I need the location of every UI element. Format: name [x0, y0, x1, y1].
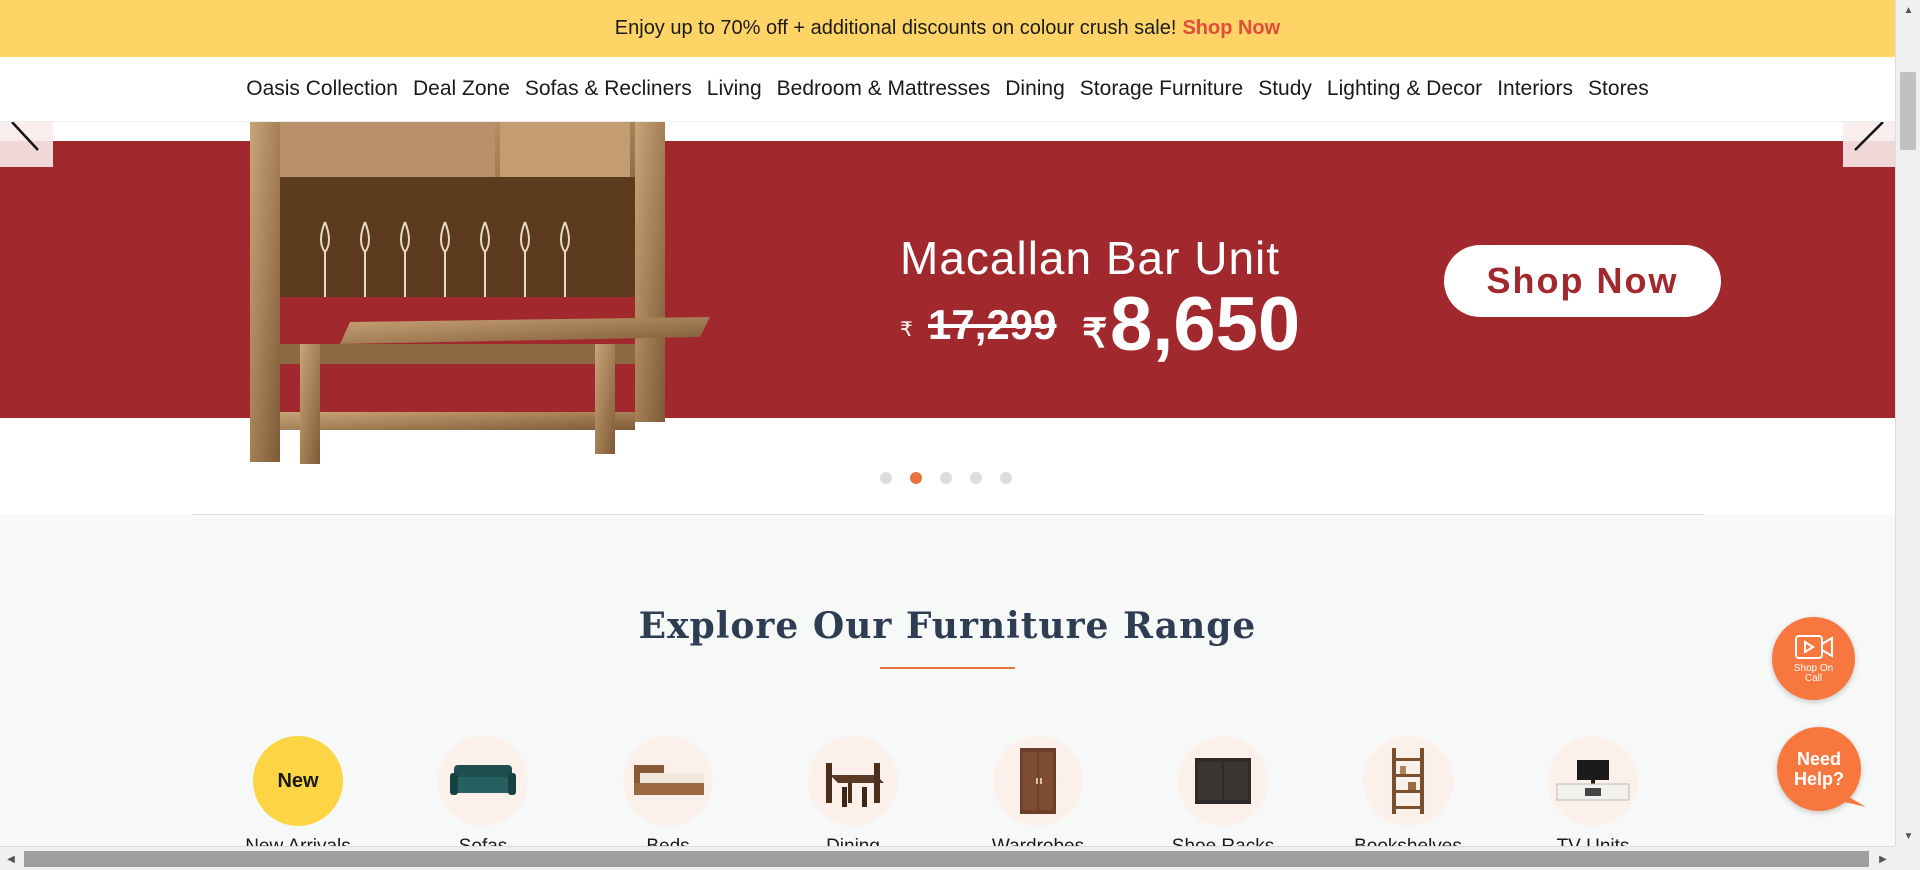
wardrobe-icon: [1020, 748, 1056, 814]
nav-item-interiors[interactable]: Interiors: [1497, 73, 1573, 105]
promo-shop-now-link[interactable]: Shop Now: [1182, 17, 1280, 40]
hero-carousel: Macallan Bar Unit ₹ 17,299 ₹ 8,650 Shop …: [0, 121, 1896, 515]
category-beds[interactable]: Beds: [623, 736, 713, 857]
vertical-scrollbar[interactable]: ▲ ▼: [1895, 0, 1920, 846]
carousel-dot[interactable]: [940, 472, 952, 484]
category-dining[interactable]: Dining: [808, 736, 898, 857]
nav-item-storage-furniture[interactable]: Storage Furniture: [1080, 73, 1243, 105]
scroll-down-icon[interactable]: ▼: [1896, 826, 1920, 846]
nav-item-dining[interactable]: Dining: [1005, 73, 1065, 105]
arrow-right-icon: [1854, 121, 1884, 151]
old-price: 17,299: [928, 301, 1057, 348]
old-price-currency: ₹: [900, 319, 913, 341]
carousel-dot[interactable]: [880, 472, 892, 484]
arrow-left-icon: [11, 121, 39, 151]
category-wardrobes[interactable]: Wardrobes: [992, 736, 1084, 857]
carousel-dot[interactable]: [1000, 472, 1012, 484]
category-sofas[interactable]: Sofas: [438, 736, 528, 857]
vertical-scroll-thumb[interactable]: [1900, 72, 1916, 150]
banner-shop-now-button[interactable]: Shop Now: [1444, 245, 1721, 317]
scroll-right-icon[interactable]: ▶: [1872, 847, 1894, 870]
new-badge: New: [253, 736, 343, 826]
new-price: 8,650: [1110, 282, 1301, 367]
category-bookshelves[interactable]: Bookshelves: [1354, 736, 1462, 857]
carousel-dot[interactable]: [970, 472, 982, 484]
carousel-dot-active[interactable]: [910, 472, 922, 484]
carousel-prev-button[interactable]: [0, 121, 53, 167]
promo-bar: Enjoy up to 70% off + additional discoun…: [0, 0, 1895, 57]
bar-unit-product-image: [250, 122, 710, 464]
tv-unit-icon: [1556, 760, 1630, 801]
category-tv-units[interactable]: TV Units: [1548, 736, 1638, 857]
scroll-up-icon[interactable]: ▲: [1896, 0, 1920, 20]
horizontal-scrollbar[interactable]: ◀ ▶: [0, 846, 1920, 870]
nav-item-oasis-collection[interactable]: Oasis Collection: [246, 73, 398, 105]
nav-item-stores[interactable]: Stores: [1588, 73, 1649, 105]
nav-item-bedroom-mattresses[interactable]: Bedroom & Mattresses: [777, 73, 991, 105]
video-camera-icon: [1794, 634, 1833, 659]
section-divider: [192, 514, 1704, 515]
nav-item-study[interactable]: Study: [1258, 73, 1312, 105]
category-shoe-racks[interactable]: Shoe Racks: [1172, 736, 1274, 857]
banner-title: Macallan Bar Unit: [900, 232, 1281, 284]
sofa-icon: [450, 765, 516, 795]
promo-text: Enjoy up to 70% off + additional discoun…: [614, 17, 1177, 39]
dining-set-icon: [826, 763, 884, 807]
nav-item-deal-zone[interactable]: Deal Zone: [413, 73, 510, 105]
shop-on-call-button[interactable]: Shop On Call: [1772, 617, 1855, 700]
section-title: Explore Our Furniture Range: [638, 605, 1257, 647]
title-underline: [880, 667, 1015, 669]
nav-item-lighting-decor[interactable]: Lighting & Decor: [1327, 73, 1482, 105]
shop-on-call-label: Shop On Call: [1793, 662, 1834, 684]
nav-item-living[interactable]: Living: [707, 73, 762, 105]
category-new-arrivals[interactable]: New New Arrivals: [245, 736, 351, 857]
horizontal-scroll-thumb[interactable]: [24, 851, 1869, 867]
bookshelf-icon: [1392, 748, 1424, 814]
nav-item-sofas-recliners[interactable]: Sofas & Recliners: [525, 73, 692, 105]
carousel-next-button[interactable]: [1843, 121, 1896, 167]
new-price-currency: ₹: [1082, 312, 1108, 356]
shoe-rack-icon: [1195, 758, 1251, 804]
bed-icon: [634, 765, 704, 795]
main-nav: Oasis Collection Deal Zone Sofas & Recli…: [0, 57, 1895, 122]
carousel-dots: [880, 472, 1012, 484]
scroll-left-icon[interactable]: ◀: [0, 847, 22, 870]
scrollbar-corner: [1895, 846, 1920, 870]
